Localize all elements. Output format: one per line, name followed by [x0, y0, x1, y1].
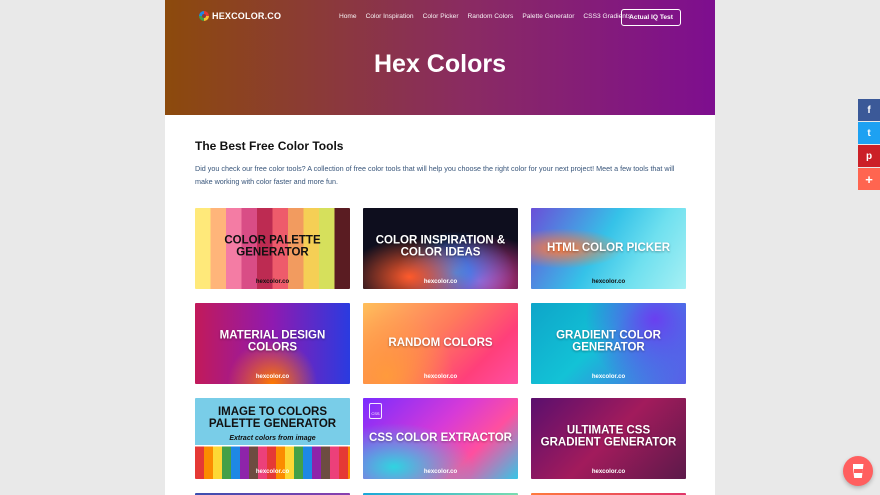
- hero-header: HEXCOLOR.CO Home Color Inspiration Color…: [165, 0, 715, 115]
- card-subtitle: Extract colors from image: [229, 434, 316, 442]
- main-nav: Home Color Inspiration Color Picker Rand…: [339, 13, 631, 20]
- card-footer: hexcolor.co: [255, 279, 290, 285]
- card-footer: hexcolor.co: [591, 279, 626, 285]
- card-footer: hexcolor.co: [423, 469, 458, 475]
- site-logo-text: HEXCOLOR.CO: [212, 11, 282, 21]
- facebook-icon: f: [867, 104, 871, 116]
- card-title: COLOR INSPIRATION & COLOR IDEAS: [375, 234, 506, 259]
- tool-card-css-color-extractor[interactable]: CSS CSS COLOR EXTRACTOR hexcolor.co: [363, 398, 518, 479]
- facebook-share-button[interactable]: f: [858, 99, 880, 121]
- card-title: IMAGE TO COLORS PALETTE GENERATOR Extrac…: [195, 406, 350, 446]
- card-title: HTML COLOR PICKER: [546, 241, 671, 254]
- tool-card-image-to-colors[interactable]: IMAGE TO COLORS PALETTE GENERATOR Extrac…: [195, 398, 350, 479]
- nav-color-picker[interactable]: Color Picker: [423, 13, 459, 20]
- plus-icon: +: [865, 171, 873, 187]
- tool-card-ultimate-css-gradient[interactable]: ULTIMATE CSS GRADIENT GENERATOR hexcolor…: [531, 398, 686, 479]
- card-title: RANDOM COLORS: [388, 336, 493, 349]
- page-container: HEXCOLOR.CO Home Color Inspiration Color…: [165, 0, 715, 495]
- card-footer: hexcolor.co: [423, 279, 458, 285]
- section-title: The Best Free Color Tools: [195, 139, 344, 153]
- more-share-button[interactable]: +: [858, 168, 880, 190]
- css-file-icon: CSS: [369, 403, 382, 419]
- card-title: COLOR PALETTE GENERATOR: [224, 234, 321, 259]
- tool-card-material-design-colors[interactable]: MATERIAL DESIGN COLORS hexcolor.co: [195, 303, 350, 384]
- card-title: CSS COLOR EXTRACTOR: [369, 431, 512, 444]
- card-title-text: IMAGE TO COLORS PALETTE GENERATOR: [208, 405, 337, 431]
- tool-card-color-inspiration[interactable]: COLOR INSPIRATION & COLOR IDEAS hexcolor…: [363, 208, 518, 289]
- site-logo[interactable]: HEXCOLOR.CO: [199, 11, 281, 21]
- card-title: ULTIMATE CSS GRADIENT GENERATOR: [540, 424, 677, 449]
- card-footer: hexcolor.co: [255, 469, 290, 475]
- nav-color-inspiration[interactable]: Color Inspiration: [366, 13, 414, 20]
- nav-home[interactable]: Home: [339, 13, 357, 20]
- tool-card-color-palette-generator[interactable]: COLOR PALETTE GENERATOR hexcolor.co: [195, 208, 350, 289]
- nav-random-colors[interactable]: Random Colors: [468, 13, 514, 20]
- card-title: GRADIENT COLOR GENERATOR: [556, 329, 661, 354]
- hexcolor-logo-icon: [199, 11, 209, 21]
- twitter-share-button[interactable]: t: [858, 122, 880, 144]
- iq-test-button[interactable]: Actual IQ Test: [621, 9, 681, 26]
- card-footer: hexcolor.co: [255, 374, 290, 380]
- twitter-icon: t: [867, 127, 871, 139]
- intro-text: Did you check our free color tools? A co…: [195, 164, 675, 186]
- tool-card-html-color-picker[interactable]: HTML COLOR PICKER hexcolor.co: [531, 208, 686, 289]
- main-content: The Best Free Color Tools Did you check …: [165, 115, 715, 188]
- coffee-cup-icon: [852, 464, 864, 478]
- pinterest-share-button[interactable]: p: [858, 145, 880, 167]
- card-footer: hexcolor.co: [591, 374, 626, 380]
- tool-card-random-colors[interactable]: RANDOM COLORS hexcolor.co: [363, 303, 518, 384]
- tool-card-gradient-color-generator[interactable]: GRADIENT COLOR GENERATOR hexcolor.co: [531, 303, 686, 384]
- buy-coffee-button[interactable]: [843, 456, 873, 486]
- page-title: Hex Colors: [374, 50, 506, 78]
- pinterest-icon: p: [865, 150, 873, 162]
- card-title: MATERIAL DESIGN COLORS: [219, 329, 326, 354]
- social-share-bar: f t p +: [858, 99, 880, 191]
- card-footer: hexcolor.co: [591, 469, 626, 475]
- nav-palette-generator[interactable]: Palette Generator: [522, 13, 574, 20]
- card-footer: hexcolor.co: [423, 374, 458, 380]
